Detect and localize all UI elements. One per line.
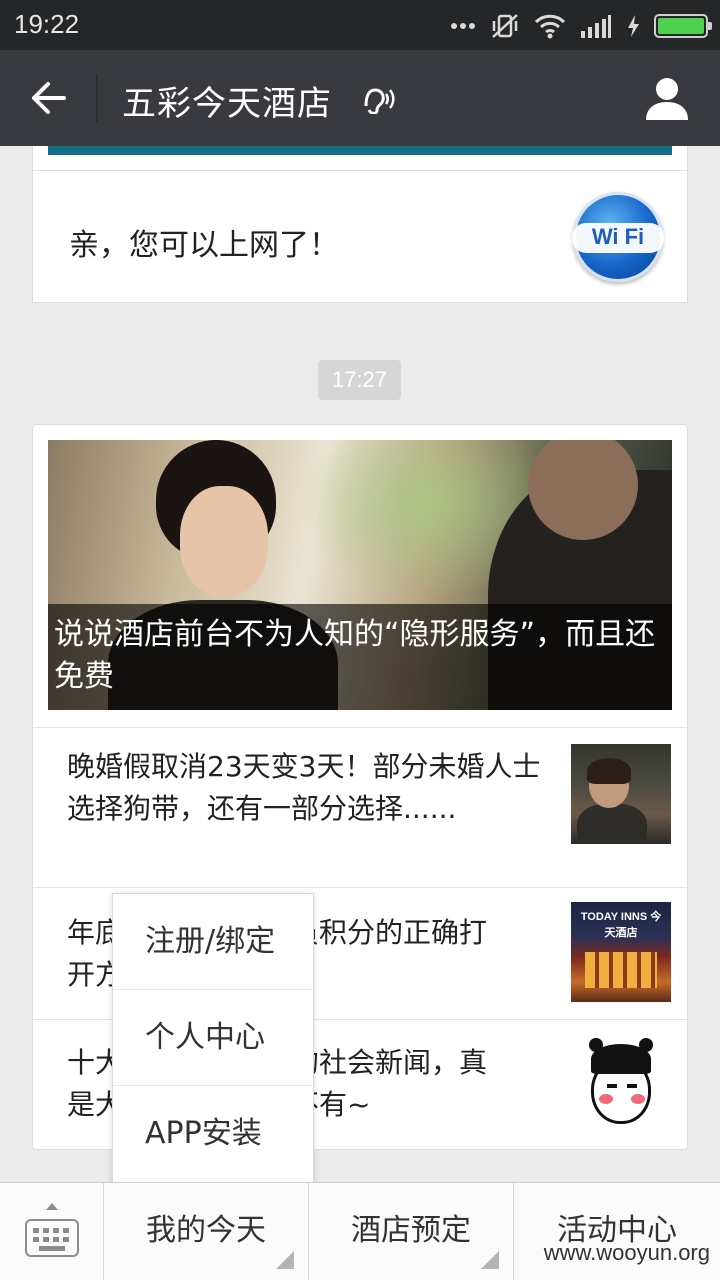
chat-header: 五彩今天酒店 [0,50,720,146]
news-hero[interactable]: 说说酒店前台不为人知的“隐形服务”，而且还免费 [48,440,672,710]
bottom-menu-bar: 我的今天 酒店预定 活动中心 www.wooyun.org [0,1182,720,1280]
menu-item-personal-center[interactable]: 个人中心 [113,990,313,1086]
previous-card-image-edge [48,146,672,155]
menu-button-label: 我的今天 [146,1213,266,1248]
message-timestamp: 17:27 [318,360,401,400]
ear-icon [364,88,395,114]
wifi-message-card[interactable]: 亲，您可以上网了！ Wi Fi [32,146,688,303]
header-divider [96,74,98,122]
menu-item-app-install[interactable]: APP安装 [113,1086,313,1182]
submenu-popup: 注册/绑定 个人中心 APP安装 [112,893,314,1183]
wifi-badge-icon: Wi Fi [572,192,664,282]
wifi-message-text: 亲，您可以上网了！ [69,228,339,263]
news-item-thumbnail [571,744,671,844]
news-item-thumbnail: TODAY INNS 今天酒店 [571,902,671,1002]
wifi-badge-text: Wi Fi [591,224,645,249]
keyboard-icon [25,1219,79,1257]
watermark: www.wooyun.org [543,1240,710,1265]
battery-icon [654,14,712,38]
person-icon[interactable] [644,74,690,122]
chevron-up-icon [46,1203,58,1210]
hero-caption: 说说酒店前台不为人知的“隐形服务”，而且还免费 [48,604,672,710]
card-divider [33,170,687,171]
news-item-thumbnail [571,1036,671,1136]
charging-icon [628,15,639,37]
hotel-sign-text: TODAY INNS 今天酒店 [580,911,662,939]
submenu-indicator-icon [276,1251,294,1269]
status-icons [450,12,712,40]
keyboard-toggle-button[interactable] [0,1183,104,1280]
mute-vibrate-icon [492,14,518,38]
submenu-indicator-icon [481,1251,499,1269]
news-item-title: 晚婚假取消23天变3天！部分未婚人士选择狗带，还有一部分选择...... [67,750,541,825]
news-item[interactable]: 晚婚假取消23天变3天！部分未婚人士选择狗带，还有一部分选择...... [33,727,687,887]
menu-button-my-today[interactable]: 我的今天 [104,1183,309,1280]
signal-icon [581,15,611,38]
arrow-left-icon[interactable] [26,76,70,120]
status-time: 19:22 [14,9,80,39]
page-title: 五彩今天酒店 [122,84,332,124]
status-bar: 19:22 [0,0,720,50]
menu-item-register-bind[interactable]: 注册/绑定 [113,894,313,990]
more-dots-icon [451,23,475,29]
menu-button-label: 酒店预定 [351,1213,471,1248]
wifi-icon [534,14,566,39]
menu-button-hotel-booking[interactable]: 酒店预定 [309,1183,514,1280]
